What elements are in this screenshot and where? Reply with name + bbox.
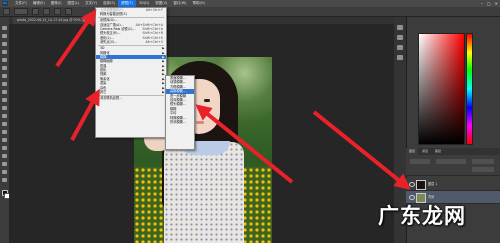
arrow-to-blur-item <box>70 88 100 141</box>
arrow-to-background-layer <box>312 110 411 190</box>
watermark-text: 广东龙网 <box>378 204 466 228</box>
arrow-to-filter-menu <box>55 9 97 68</box>
arrow-to-gaussian-blur <box>195 104 294 184</box>
